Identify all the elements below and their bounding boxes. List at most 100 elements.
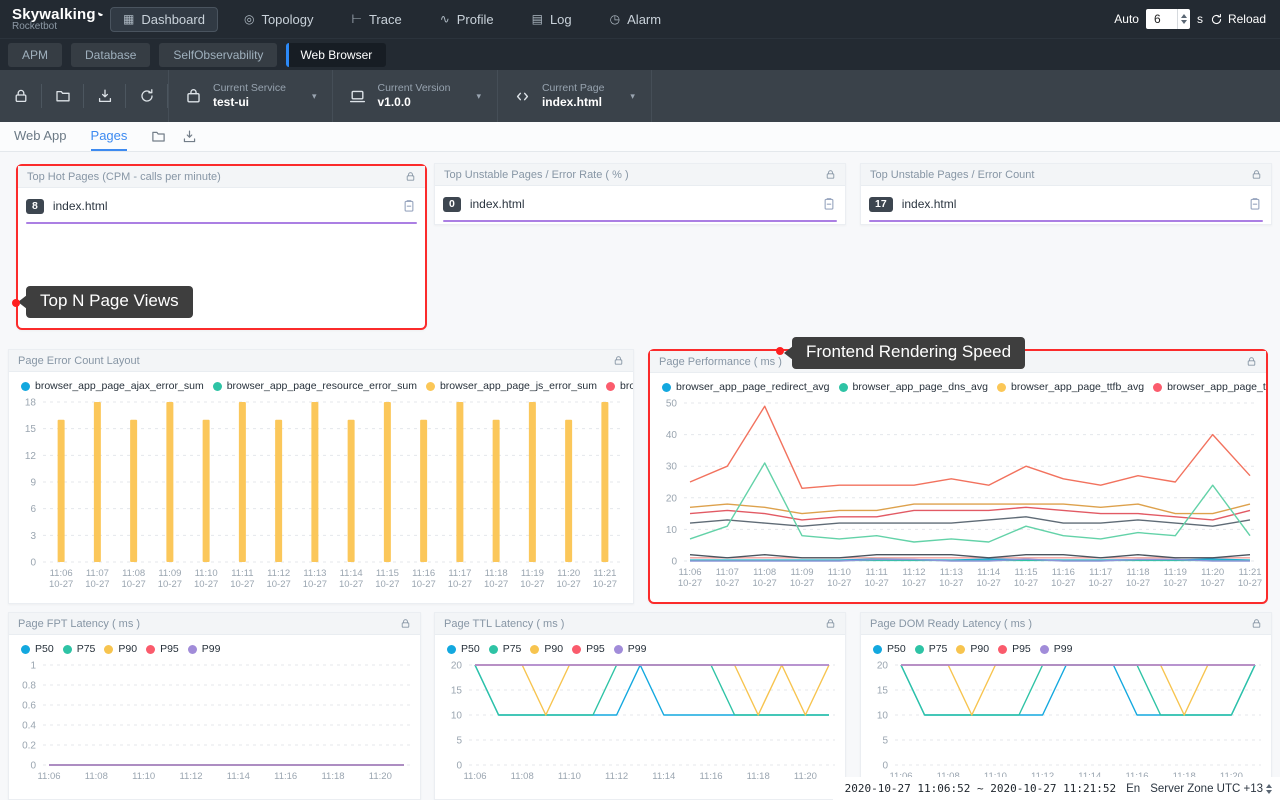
download-button[interactable]: [84, 88, 125, 104]
toolbar-selectors: Current Servicetest-ui▾Current Versionv1…: [168, 70, 652, 122]
server-zone-control[interactable]: Server Zone UTC +13: [1150, 783, 1272, 795]
category-tabs: APM Database SelfObservability Web Browser: [0, 38, 1280, 70]
trace-icon: ⊢: [351, 12, 361, 26]
svg-text:11:1410-27: 11:1410-27: [977, 567, 1001, 589]
tab-web-browser[interactable]: Web Browser: [286, 43, 386, 67]
svg-text:11:2010-27: 11:2010-27: [1201, 567, 1225, 589]
tab-database[interactable]: Database: [71, 43, 150, 67]
svg-text:0.8: 0.8: [22, 681, 36, 692]
nav-item-dashboard[interactable]: ▦Dashboard: [110, 7, 218, 32]
svg-text:10: 10: [877, 711, 889, 722]
lock-icon: [13, 88, 29, 104]
nav-item-trace[interactable]: ⊢Trace: [339, 8, 413, 31]
legend-item-browser-a[interactable]: browser_a: [606, 380, 633, 392]
svg-text:11:0810-27: 11:0810-27: [121, 568, 145, 590]
lock-icon[interactable]: [1251, 618, 1262, 629]
subnav-tab-web-app[interactable]: Web App: [14, 122, 67, 151]
nav-item-log[interactable]: ▤Log: [520, 8, 584, 31]
list-item: 8 index.html: [18, 188, 425, 214]
svg-text:40: 40: [666, 430, 678, 441]
selector-current-page[interactable]: Current Pageindex.html▾: [498, 70, 652, 122]
profile-icon: ∿: [440, 12, 450, 26]
download-icon[interactable]: [182, 129, 197, 144]
legend-item-browser-app-page-dns-avg[interactable]: browser_app_page_dns_avg: [839, 381, 988, 393]
lock-icon[interactable]: [400, 618, 411, 629]
legend-item-browser-app-page-tcp-avg[interactable]: browser_app_page_tcp_avg: [1153, 381, 1266, 393]
page-name: index.html: [470, 197, 525, 211]
stepper-icon[interactable]: [1177, 9, 1190, 29]
svg-text:11:1110-27: 11:1110-27: [230, 568, 254, 590]
card-title: Page TTL Latency ( ms ): [444, 618, 564, 630]
legend-item-browser-app-page-redirect-avg[interactable]: browser_app_page_redirect_avg: [662, 381, 830, 393]
svg-text:11:14: 11:14: [227, 771, 250, 782]
subnav-tabs: Web App Pages: [14, 122, 151, 151]
lock-icon[interactable]: [825, 169, 836, 180]
legend-item-p95[interactable]: P95: [998, 643, 1031, 655]
lock-icon[interactable]: [405, 171, 416, 182]
toolbar-tools: [0, 84, 168, 108]
clipboard-icon[interactable]: [402, 199, 416, 213]
legend-dot-icon: [614, 645, 623, 654]
svg-text:11:16: 11:16: [274, 771, 297, 782]
page-error-count-card: Page Error Count Layout browser_app_page…: [8, 349, 634, 604]
legend-item-browser-app-page-js-error-sum[interactable]: browser_app_page_js_error_sum: [426, 380, 597, 392]
refresh-button[interactable]: [126, 88, 167, 104]
svg-text:20: 20: [666, 493, 678, 504]
legend-item-browser-app-page-ttfb-avg[interactable]: browser_app_page_ttfb_avg: [997, 381, 1144, 393]
selector-current-version[interactable]: Current Versionv1.0.0▾: [333, 70, 497, 122]
folder-icon[interactable]: [151, 129, 166, 144]
legend-item-p50[interactable]: P50: [447, 643, 480, 655]
language-switch[interactable]: En: [1126, 783, 1140, 795]
chart-legend: browser_app_page_redirect_avg browser_app…: [650, 373, 1266, 395]
lock-button[interactable]: [0, 88, 41, 104]
reload-button[interactable]: Reload: [1210, 12, 1266, 26]
legend-item-p90[interactable]: P90: [956, 643, 989, 655]
legend-item-p75[interactable]: P75: [63, 643, 96, 655]
legend-item-p50[interactable]: P50: [21, 643, 54, 655]
svg-text:11:1210-27: 11:1210-27: [902, 567, 926, 589]
rank-bar: [26, 222, 417, 224]
legend-item-p90[interactable]: P90: [104, 643, 137, 655]
lock-icon[interactable]: [1251, 169, 1262, 180]
zone-stepper-icon[interactable]: [1266, 784, 1272, 794]
lock-icon[interactable]: [1246, 356, 1257, 367]
selector-current-service[interactable]: Current Servicetest-ui▾: [168, 70, 333, 122]
subnav-tab-pages[interactable]: Pages: [91, 122, 128, 151]
svg-text:11:1110-27: 11:1110-27: [865, 567, 889, 589]
legend-item-p75[interactable]: P75: [915, 643, 948, 655]
legend-item-browser-app-page-resource-error-sum[interactable]: browser_app_page_resource_error_sum: [213, 380, 417, 392]
auto-unit: s: [1197, 12, 1203, 26]
svg-text:11:1210-27: 11:1210-27: [266, 568, 290, 590]
chevron-down-icon: ▾: [476, 91, 481, 102]
legend-item-p50[interactable]: P50: [873, 643, 906, 655]
clipboard-icon[interactable]: [822, 197, 836, 211]
nav-item-profile[interactable]: ∿Profile: [428, 8, 506, 31]
skywalking-logo[interactable]: Skywalking ◗ Rocketbot: [12, 6, 104, 32]
legend-item-p75[interactable]: P75: [489, 643, 522, 655]
legend-item-p99[interactable]: P99: [188, 643, 221, 655]
page-ttl-latency-card: Page TTL Latency ( ms ) P50P75P90P95P99 …: [434, 612, 846, 800]
svg-text:12: 12: [25, 451, 37, 462]
legend-item-p99[interactable]: P99: [1040, 643, 1073, 655]
rank-bar: [869, 220, 1263, 222]
list-item: 0 index.html: [435, 186, 845, 212]
svg-text:11:1610-27: 11:1610-27: [1051, 567, 1075, 589]
legend-item-p95[interactable]: P95: [572, 643, 605, 655]
card-title: Page Error Count Layout: [18, 355, 140, 367]
nav-item-alarm[interactable]: ◷Alarm: [598, 8, 673, 31]
legend-item-p90[interactable]: P90: [530, 643, 563, 655]
lock-icon[interactable]: [825, 618, 836, 629]
nav-item-topology[interactable]: ◎Topology: [232, 8, 326, 31]
page-icon: [514, 88, 531, 105]
legend-item-browser-app-page-ajax-error-sum[interactable]: browser_app_page_ajax_error_sum: [21, 380, 204, 392]
tab-selfobservability[interactable]: SelfObservability: [159, 43, 277, 67]
clipboard-icon[interactable]: [1248, 197, 1262, 211]
legend-item-p99[interactable]: P99: [614, 643, 647, 655]
tab-apm[interactable]: APM: [8, 43, 62, 67]
time-range-picker[interactable]: 2020-10-27 11:06:52 ~ 2020-10-27 11:21:5…: [845, 782, 1117, 795]
legend-item-p95[interactable]: P95: [146, 643, 179, 655]
folder-button[interactable]: [42, 88, 83, 104]
legend-dot-icon: [188, 645, 197, 654]
auto-interval-input[interactable]: 6: [1146, 9, 1190, 29]
lock-icon[interactable]: [613, 355, 624, 366]
